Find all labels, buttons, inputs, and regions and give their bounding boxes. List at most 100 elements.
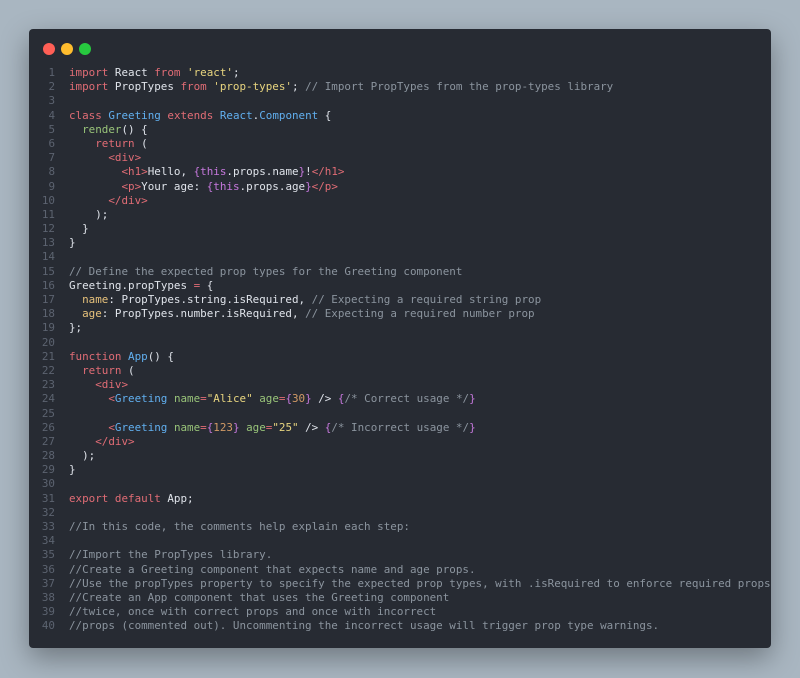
line-number: 2	[48, 80, 55, 94]
code-token: );	[69, 449, 96, 463]
minimize-window-icon[interactable]	[61, 43, 73, 55]
line-number: 21	[41, 349, 55, 363]
code-token: isRequired,	[226, 307, 306, 321]
code-token: }	[69, 222, 89, 236]
code-token: import	[69, 66, 109, 79]
code-token: Hello,	[147, 165, 194, 179]
code-token: };	[69, 321, 83, 335]
zoom-window-icon[interactable]	[79, 43, 91, 55]
code-token: {	[318, 108, 332, 122]
code-line: 8 <h1>Hello, {this.props.name}!</h1>	[29, 165, 771, 179]
code-token: // Expecting a required string prop	[311, 293, 542, 306]
code-token: return	[95, 136, 135, 150]
code-token: (	[121, 363, 135, 377]
code-token: ;	[232, 66, 240, 79]
line-number: 7	[48, 151, 55, 165]
code-token: function	[69, 349, 122, 363]
code-token: />	[298, 420, 325, 434]
code-token: default	[114, 491, 161, 505]
code-line: 14	[29, 250, 771, 264]
code-token: Component	[259, 108, 319, 122]
line-number: 18	[41, 307, 55, 321]
code-token: React	[219, 108, 253, 122]
code-line: 35 //Import the PropTypes library.	[29, 548, 771, 562]
line-number: 8	[48, 165, 55, 179]
code-token: </h1>	[311, 165, 345, 179]
code-token: /* Correct usage */	[344, 392, 470, 406]
code-token: </div>	[95, 434, 135, 448]
code-line: 33 //In this code, the comments help expl…	[29, 520, 771, 534]
line-number: 12	[41, 222, 55, 236]
line-number: 35	[41, 548, 55, 562]
code-line: 6 return (	[29, 137, 771, 151]
line-number: 9	[48, 179, 55, 193]
code-line: 28 );	[29, 449, 771, 463]
code-line: 17 name: PropTypes.string.isRequired, //…	[29, 293, 771, 307]
code-token: age	[246, 420, 266, 434]
code-editor: 1 import React from 'react'; 2 import PropT…	[29, 66, 771, 634]
code-token: //twice, once with correct props and onc…	[69, 605, 437, 619]
code-token: PropTypes	[108, 80, 181, 94]
code-token: 123	[213, 420, 233, 434]
code-token: }	[469, 420, 476, 434]
code-token: () {	[147, 349, 174, 363]
close-window-icon[interactable]	[43, 43, 55, 55]
code-line: 12 }	[29, 222, 771, 236]
line-number: 39	[41, 605, 55, 619]
line-number: 25	[41, 406, 55, 420]
code-token: name	[272, 165, 299, 179]
code-token: </div>	[108, 193, 148, 207]
code-token: Greeting	[108, 108, 161, 122]
code-line: 4 class Greeting extends React.Component …	[29, 109, 771, 123]
code-token: : PropTypes	[108, 293, 181, 306]
code-line: 22 return (	[29, 364, 771, 378]
line-number: 10	[41, 193, 55, 207]
code-token: App;	[160, 491, 194, 505]
code-line: 5 render() {	[29, 123, 771, 137]
code-line: 10 </div>	[29, 194, 771, 208]
line-number: 23	[41, 378, 55, 392]
line-number: 33	[41, 520, 55, 533]
line-number: 38	[41, 590, 55, 604]
code-token: React	[108, 66, 155, 79]
line-number: 14	[41, 250, 55, 264]
code-line: 36 //Create a Greeting component that exp…	[29, 563, 771, 577]
code-token: render	[82, 122, 122, 136]
code-token: age	[285, 179, 306, 193]
code-token: {	[200, 278, 214, 292]
code-token: // Define the expected prop types for th…	[69, 264, 463, 278]
code-token: class	[69, 108, 102, 122]
code-token: 'react'	[187, 66, 233, 79]
code-line: 19};	[29, 321, 771, 335]
code-token: Greeting	[114, 420, 168, 434]
code-line: 23 <div>	[29, 378, 771, 392]
code-token: (	[134, 136, 148, 150]
code-line: 16 Greeting.propTypes = {	[29, 279, 771, 293]
code-line: 3	[29, 94, 771, 108]
code-token: : PropTypes	[101, 307, 174, 321]
line-number: 19	[41, 321, 55, 335]
code-line: 15 // Define the expected prop types for …	[29, 265, 771, 279]
code-token: /* Incorrect usage */	[331, 420, 470, 434]
code-line: 21 function App() {	[29, 350, 771, 364]
line-number: 15	[41, 264, 55, 278]
code-token: props	[232, 165, 266, 179]
code-token: "Alice"	[206, 392, 253, 406]
code-token: Greeting	[114, 392, 168, 406]
code-line: 13}	[29, 236, 771, 250]
line-number: 30	[41, 477, 55, 491]
code-token: () {	[121, 122, 148, 136]
code-token: from	[180, 80, 207, 94]
code-line: 30	[29, 477, 771, 491]
code-token: //In this code, the comments help explai…	[69, 520, 410, 533]
code-line: 31 export default App;	[29, 492, 771, 506]
line-number: 32	[41, 505, 55, 519]
line-number: 27	[41, 434, 55, 448]
